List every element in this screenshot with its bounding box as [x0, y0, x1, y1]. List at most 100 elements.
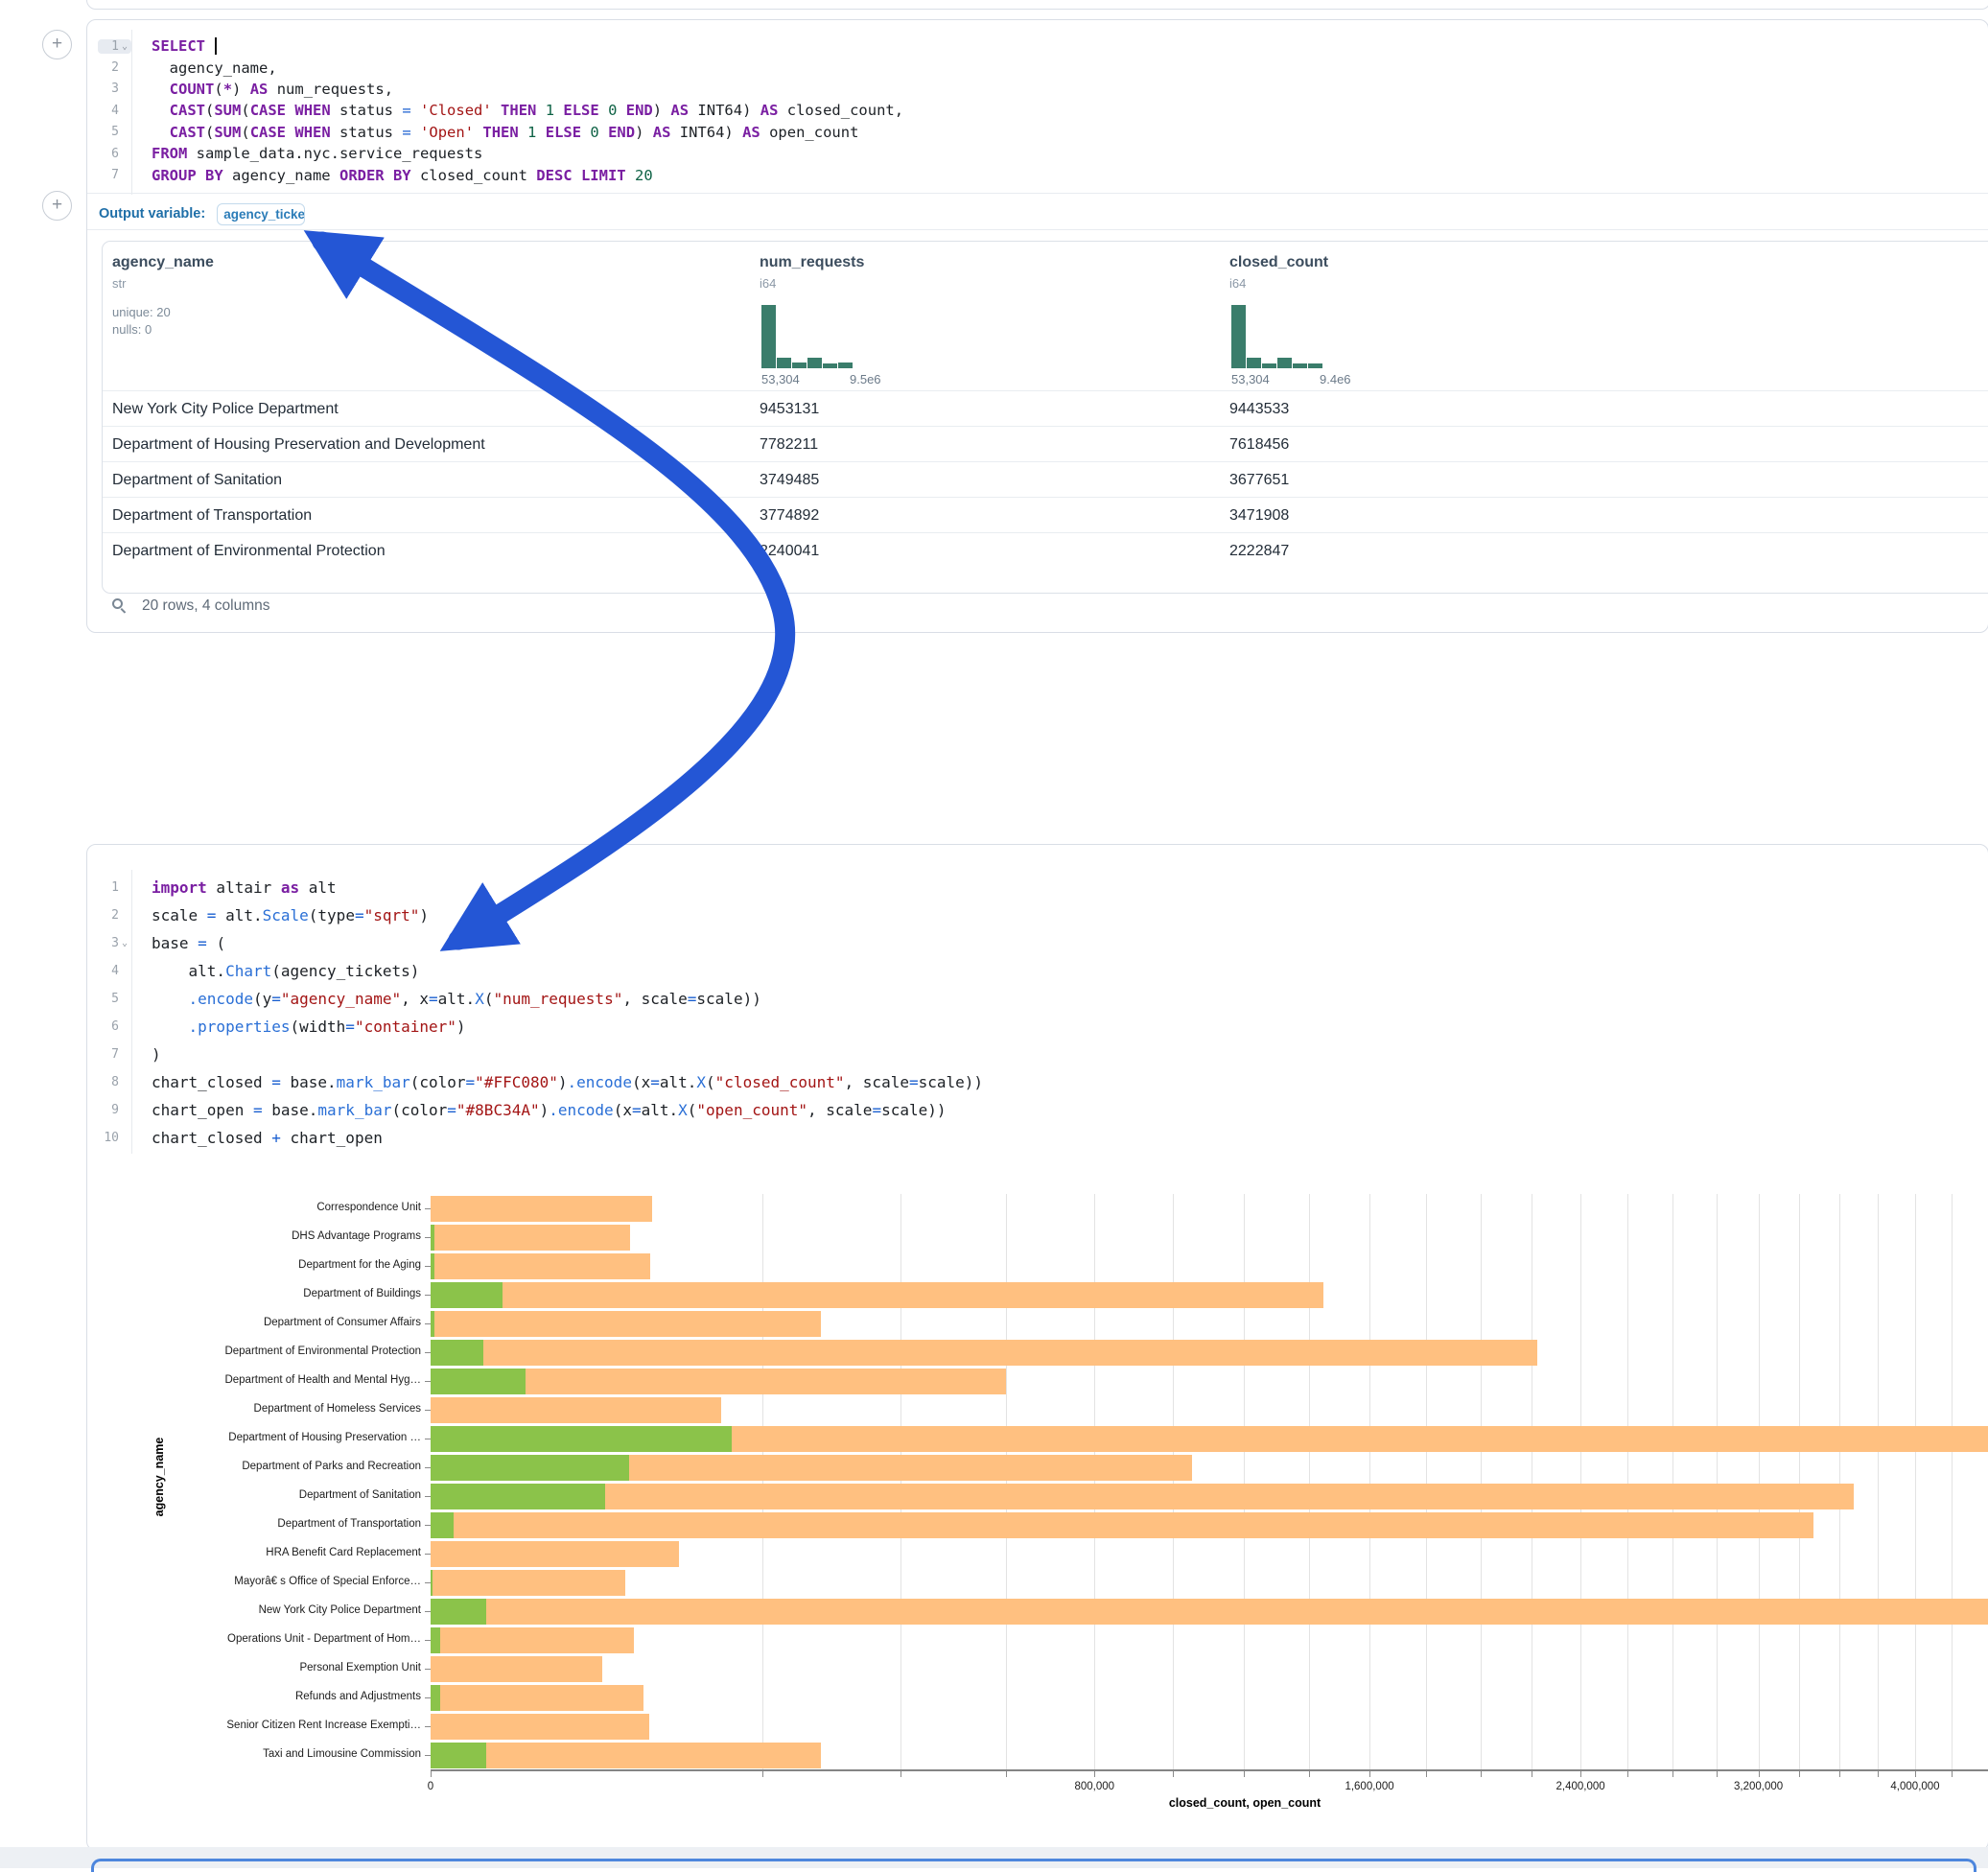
bar-closed-count: [431, 1743, 821, 1768]
bar-open-count: [431, 1627, 440, 1653]
bar-open-count: [431, 1426, 732, 1452]
line-number: 4: [100, 104, 119, 118]
y-axis-label: Department of Housing Preservation …: [95, 1432, 421, 1443]
y-axis-label: Operations Unit - Department of Hom…: [95, 1633, 421, 1645]
table-cell: 3774892: [760, 507, 819, 525]
text-cursor: [215, 37, 217, 55]
bar-open-count: [431, 1253, 434, 1279]
table-cell: 9443533: [1229, 401, 1289, 418]
bar-open-count: [431, 1311, 434, 1337]
fold-toggle-icon[interactable]: ⌄: [120, 938, 129, 948]
previous-cell-edge: [86, 0, 1988, 10]
table-cell: New York City Police Department: [112, 401, 339, 418]
line-number: 5: [100, 992, 119, 1006]
bar-open-count: [431, 1455, 629, 1481]
code-line[interactable]: 4⌄ CAST(SUM(CASE WHEN status = 'Closed' …: [87, 100, 1988, 121]
bar-closed-count: [431, 1656, 602, 1682]
table-row[interactable]: New York City Police Department945313194…: [103, 390, 1988, 427]
python-cell-card: 1⌄import altair as alt2⌄scale = alt.Scal…: [86, 844, 1988, 1851]
y-axis-label: Mayorâ€ s Office of Special Enforce…: [95, 1576, 421, 1587]
bar-open-count: [431, 1225, 434, 1251]
bar-closed-count: [431, 1253, 650, 1279]
add-cell-button-top[interactable]: +: [42, 30, 72, 59]
result-table: agency_name str unique: 20 nulls: 0 num_…: [102, 241, 1988, 594]
table-row[interactable]: Department of Environmental Protection22…: [103, 532, 1988, 569]
x-axis-label: 800,000: [1074, 1781, 1114, 1792]
add-cell-button-middle[interactable]: +: [42, 191, 72, 221]
bar-closed-count: [431, 1541, 679, 1567]
line-number: 3: [100, 936, 119, 950]
line-number: 1: [100, 39, 119, 54]
sql-cell-card: 1⌄SELECT 2⌄ agency_name,3⌄ COUNT(*) AS n…: [86, 19, 1988, 633]
x-axis-label: 1,600,000: [1345, 1781, 1393, 1792]
y-axis-label: Department of Consumer Affairs: [95, 1317, 421, 1328]
bar-open-count: [431, 1570, 433, 1596]
code-line[interactable]: 7⌄): [87, 1041, 1988, 1068]
y-axis-label: New York City Police Department: [95, 1604, 421, 1616]
bar-open-count: [431, 1484, 605, 1509]
table-cell: 7782211: [760, 436, 818, 454]
table-cell: Department of Housing Preservation and D…: [112, 436, 485, 454]
y-axis-label: Personal Exemption Unit: [95, 1662, 421, 1673]
code-line[interactable]: 6⌄FROM sample_data.nyc.service_requests: [87, 143, 1988, 164]
histogram-labels: 53,304 9.5e6: [761, 372, 924, 386]
line-number: 4: [100, 964, 119, 978]
python-code-editor[interactable]: 1⌄import altair as alt2⌄scale = alt.Scal…: [87, 874, 1988, 1152]
bar-open-count: [431, 1743, 486, 1768]
table-row[interactable]: Department of Sanitation37494853677651: [103, 461, 1988, 498]
table-row[interactable]: Department of Transportation377489234719…: [103, 497, 1988, 533]
line-number: 7: [100, 168, 119, 182]
code-line[interactable]: 2⌄ agency_name,: [87, 57, 1988, 78]
table-row[interactable]: Department of Housing Preservation and D…: [103, 426, 1988, 462]
sql-code-editor[interactable]: 1⌄SELECT 2⌄ agency_name,3⌄ COUNT(*) AS n…: [87, 35, 1988, 186]
code-line[interactable]: 3⌄ COUNT(*) AS num_requests,: [87, 79, 1988, 100]
code-line[interactable]: 1⌄import altair as alt: [87, 874, 1988, 901]
y-axis-label: Correspondence Unit: [95, 1202, 421, 1213]
next-cell-selected-edge[interactable]: [91, 1859, 1976, 1872]
x-axis-label: 4,000,000: [1890, 1781, 1939, 1792]
chart-plot-area: [431, 1194, 1988, 1769]
table-cell: Department of Sanitation: [112, 472, 282, 489]
fold-toggle-icon[interactable]: ⌄: [120, 41, 129, 52]
bar-closed-count: [431, 1599, 1988, 1625]
column-meta: unique: 20 nulls: 0: [112, 304, 214, 339]
table-cell: 7618456: [1229, 436, 1289, 454]
code-line[interactable]: 3⌄base = (: [87, 929, 1988, 957]
code-line[interactable]: 9⌄chart_open = base.mark_bar(color="#8BC…: [87, 1096, 1988, 1124]
y-axis-label: Department of Sanitation: [95, 1489, 421, 1501]
bar-open-count: [431, 1369, 526, 1394]
search-icon[interactable]: [111, 597, 129, 615]
y-axis-label: Department of Health and Mental Hyg…: [95, 1374, 421, 1386]
bar-open-count: [431, 1512, 454, 1538]
bar-closed-count: [431, 1225, 630, 1251]
code-line[interactable]: 4⌄ alt.Chart(agency_tickets): [87, 957, 1988, 985]
code-line[interactable]: 5⌄ .encode(y="agency_name", x=alt.X("num…: [87, 985, 1988, 1013]
y-axis-label: Refunds and Adjustments: [95, 1691, 421, 1702]
column-header-agency-name[interactable]: agency_name: [112, 254, 214, 271]
table-cell: 2222847: [1229, 543, 1289, 560]
histogram-closed-count: [1231, 305, 1322, 368]
code-line[interactable]: 7⌄GROUP BY agency_name ORDER BY closed_c…: [87, 164, 1988, 185]
line-number: 7: [100, 1047, 119, 1062]
column-header-closed-count[interactable]: closed_count: [1229, 254, 1328, 271]
y-axis-label: Department for the Aging: [95, 1259, 421, 1271]
table-cell: 3749485: [760, 472, 819, 489]
code-line[interactable]: 6⌄ .properties(width="container"): [87, 1013, 1988, 1041]
y-axis-label: Department of Homeless Services: [95, 1403, 421, 1415]
code-line[interactable]: 2⌄scale = alt.Scale(type="sqrt"): [87, 901, 1988, 929]
table-cell: Department of Transportation: [112, 507, 312, 525]
output-variable-row: Output variable: agency_tickets: [99, 199, 305, 229]
code-line[interactable]: 10⌄chart_closed + chart_open: [87, 1124, 1988, 1152]
code-line[interactable]: 1⌄SELECT: [87, 35, 1988, 57]
bar-closed-count: [431, 1397, 721, 1423]
table-footer: 20 rows, 4 columns: [111, 597, 270, 615]
column-header-num-requests[interactable]: num_requests: [760, 254, 864, 271]
bar-open-count: [431, 1599, 486, 1625]
bar-open-count: [431, 1685, 440, 1711]
y-axis-title: agency_name: [152, 1434, 166, 1520]
bar-open-count: [431, 1340, 483, 1366]
output-variable-pill[interactable]: agency_tickets: [217, 203, 305, 225]
code-line[interactable]: 8⌄chart_closed = base.mark_bar(color="#F…: [87, 1068, 1988, 1096]
code-line[interactable]: 5⌄ CAST(SUM(CASE WHEN status = 'Open' TH…: [87, 122, 1988, 143]
y-axis-label: Department of Buildings: [95, 1288, 421, 1299]
